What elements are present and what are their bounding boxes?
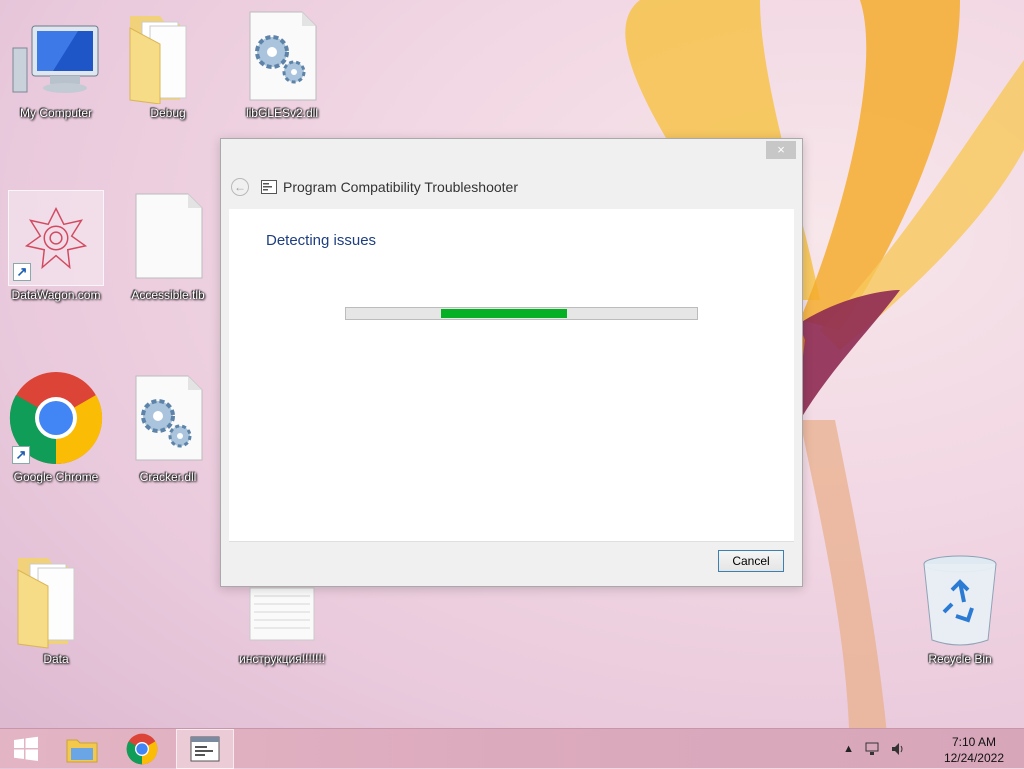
dll-gear-icon (120, 372, 216, 468)
desktop-icon-label: Debug (150, 106, 186, 120)
taskbar-chrome[interactable] (116, 729, 168, 769)
dialog-body: Detecting issues (229, 209, 794, 541)
desktop-icon-label: Cracker.dll (139, 470, 197, 484)
taskbar: ▲ 7:10 AM 12/24/2022 (0, 728, 1024, 769)
desktop-icon-datawagon[interactable]: ↗ DataWagon.com (8, 190, 104, 302)
back-arrow-icon[interactable]: ← (231, 178, 249, 196)
desktop-icon-label: libGLESv2.dll (245, 106, 319, 120)
cancel-button[interactable]: Cancel (718, 550, 784, 572)
file-explorer-icon (66, 739, 98, 763)
clock-time: 7:10 AM (951, 735, 996, 749)
close-button[interactable]: × (766, 141, 796, 159)
progress-fill (440, 309, 568, 318)
blank-file-icon (120, 190, 216, 286)
desktop-icon-label: Recycle Bin (928, 652, 992, 666)
clock[interactable]: 7:10 AM 12/24/2022 (944, 734, 1004, 766)
desktop-icon-label: DataWagon.com (11, 288, 101, 302)
desktop-icon-recycle-bin[interactable]: Recycle Bin (912, 554, 1008, 666)
dialog-header: ← Program Compatibility Troubleshooter (231, 175, 518, 199)
chrome-icon (126, 733, 158, 765)
desktop-icon-label: Data (43, 652, 69, 666)
volume-icon[interactable] (890, 741, 906, 757)
start-button[interactable] (0, 729, 52, 769)
status-text: Detecting issues (266, 232, 377, 249)
desktop-icon-libglesv2[interactable]: libGLESv2.dll (234, 8, 330, 120)
datawagon-icon: ↗ (8, 190, 104, 286)
chrome-icon: ↗ (8, 372, 104, 468)
taskbar-file-explorer[interactable] (56, 729, 108, 769)
folder-icon (120, 8, 216, 105)
clock-date: 12/24/2022 (943, 751, 1004, 765)
progress-bar (345, 307, 698, 320)
network-icon[interactable] (864, 741, 880, 757)
shortcut-arrow-icon: ↗ (13, 263, 31, 281)
desktop-icon-accessible-tlb[interactable]: Accessible.tlb (120, 190, 216, 302)
computer-icon (8, 8, 104, 104)
dll-gear-icon (234, 8, 330, 104)
desktop-icon-google-chrome[interactable]: ↗ Google Chrome (8, 372, 104, 484)
system-tray: ▲ (843, 741, 906, 757)
desktop-icon-label: My Computer (19, 106, 93, 120)
windows-start-icon (14, 736, 38, 761)
folder-icon (8, 554, 104, 650)
desktop-icon-label: Accessible.tlb (131, 288, 205, 302)
troubleshooter-icon (190, 736, 220, 762)
dialog-footer: Cancel (229, 541, 794, 580)
show-hidden-icons-icon[interactable]: ▲ (843, 743, 854, 755)
taskbar-troubleshooter[interactable] (176, 729, 234, 769)
desktop-icon-label: Google Chrome (13, 470, 99, 484)
recycle-bin-icon (912, 554, 1008, 650)
dialog-title: Program Compatibility Troubleshooter (283, 179, 518, 195)
desktop-icon-data[interactable]: Data (8, 554, 104, 666)
troubleshooter-dialog: × ← Program Compatibility Troubleshooter… (220, 138, 803, 587)
desktop-icon-debug[interactable]: Debug (120, 8, 216, 120)
desktop-icon-cracker-dll[interactable]: Cracker.dll (120, 372, 216, 484)
troubleshooter-app-icon (261, 180, 277, 194)
shortcut-arrow-icon: ↗ (12, 446, 30, 464)
desktop-icon-my-computer[interactable]: My Computer (8, 8, 104, 120)
desktop-icon-label: инструкция!!!!!!! (238, 652, 326, 666)
